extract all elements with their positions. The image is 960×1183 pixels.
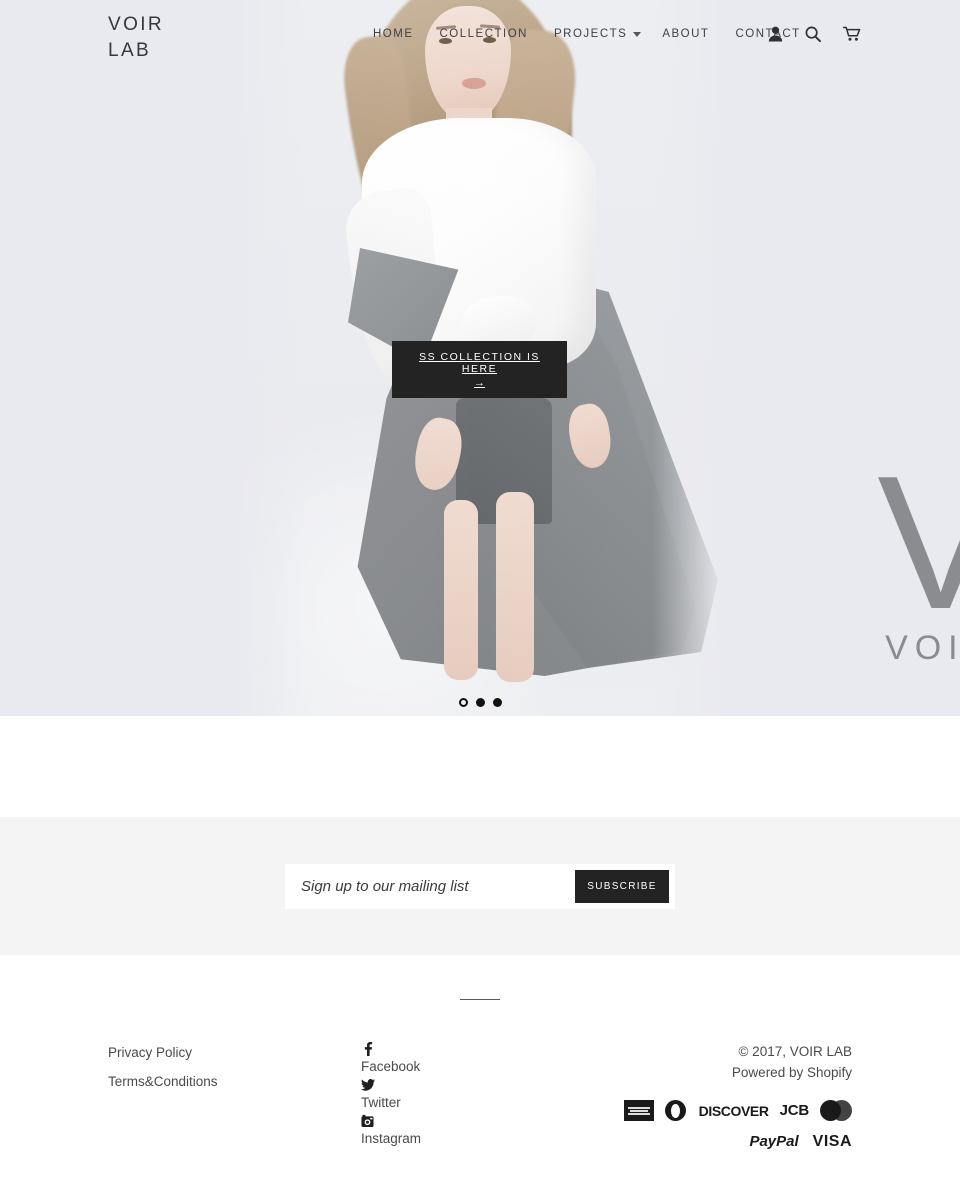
site-header: VOIR LAB HOME COLLECTION PROJECTS ABOUT … (0, 0, 960, 72)
site-footer: Privacy Policy Terms&Conditions Facebook… (0, 999, 960, 1152)
slider-dot-3[interactable] (492, 698, 502, 707)
site-logo[interactable]: VOIR LAB (108, 12, 164, 64)
footer-links-column: Privacy Policy Terms&Conditions (108, 1042, 361, 1152)
social-label-twitter: Twitter (360, 1095, 401, 1110)
cart-icon[interactable] (843, 26, 861, 42)
twitter-icon (360, 1079, 375, 1091)
payment-icon-jcb: JCB (779, 1102, 810, 1119)
powered-by-text: Powered by Shopify (624, 1062, 852, 1084)
brand-watermark: V VOIR (877, 436, 960, 668)
nav-item-about[interactable]: ABOUT (649, 28, 722, 40)
social-link-facebook[interactable]: Facebook (361, 1042, 624, 1078)
main-navigation: HOME COLLECTION PROJECTS ABOUT CONTACT (360, 28, 814, 40)
instagram-icon (361, 1114, 374, 1128)
shopify-link[interactable]: Shopify (807, 1065, 852, 1080)
newsletter-section: SUBSCRIBE (0, 817, 960, 955)
slider-dots (0, 698, 960, 707)
powered-by-prefix: Powered by (731, 1065, 807, 1080)
search-icon[interactable] (805, 26, 821, 42)
hero-section: V VOIR VOIR LAB HOME COLLECTION PROJECTS… (0, 0, 960, 716)
watermark-wordmark: VOIR (885, 629, 960, 667)
footer-link-privacy-policy[interactable]: Privacy Policy (108, 1042, 361, 1064)
footer-info-column: © 2017, VOIR LAB Powered by Shopify DISC… (623, 1042, 852, 1152)
site-logo-line-2: LAB (108, 40, 152, 61)
nav-item-home[interactable]: HOME (360, 28, 427, 40)
footer-columns: Privacy Policy Terms&Conditions Facebook… (0, 1000, 960, 1152)
payment-icon-visa: VISA (812, 1132, 852, 1150)
social-link-twitter[interactable]: Twitter (360, 1078, 624, 1114)
content-spacer (0, 716, 960, 817)
payment-icon-diners-club (664, 1100, 688, 1121)
social-label-facebook: Facebook (360, 1059, 421, 1074)
nav-item-collection[interactable]: COLLECTION (427, 28, 542, 40)
payment-icon-discover: DISCOVER (698, 1102, 769, 1119)
payment-icons-row-2: PayPal VISA (624, 1131, 852, 1152)
subscribe-button[interactable]: SUBSCRIBE (575, 869, 669, 903)
payment-icon-american-express (623, 1100, 654, 1121)
payment-icon-paypal: PayPal (749, 1133, 799, 1150)
nav-item-projects[interactable]: PROJECTS (541, 28, 649, 40)
nav-item-projects-label: PROJECTS (554, 28, 628, 40)
footer-social-column: Facebook Twitter Instagram (360, 1042, 624, 1152)
chevron-down-icon (633, 31, 642, 37)
site-logo-line-1: VOIR (108, 14, 165, 35)
header-icon-group (768, 26, 861, 42)
watermark-mark: V (877, 436, 960, 649)
facebook-icon (364, 1042, 373, 1056)
payment-icons-row-1: DISCOVER JCB (623, 1100, 852, 1121)
newsletter-email-input[interactable] (285, 863, 575, 909)
slider-dot-1[interactable] (458, 698, 468, 707)
social-label-instagram: Instagram (360, 1131, 421, 1146)
newsletter-form: SUBSCRIBE (285, 863, 675, 909)
hero-cta-label: SS COLLECTION IS HERE (419, 351, 540, 375)
arrow-right-icon: → (474, 377, 485, 389)
hero-cta-button[interactable]: SS COLLECTION IS HERE → (392, 341, 567, 398)
social-link-instagram[interactable]: Instagram (361, 1114, 624, 1150)
footer-link-terms-conditions[interactable]: Terms&Conditions (108, 1071, 361, 1093)
account-icon[interactable] (768, 26, 783, 42)
payment-icon-mastercard (820, 1100, 852, 1121)
slider-dot-2[interactable] (475, 698, 485, 707)
copyright-text: © 2017, VOIR LAB (738, 1044, 852, 1059)
